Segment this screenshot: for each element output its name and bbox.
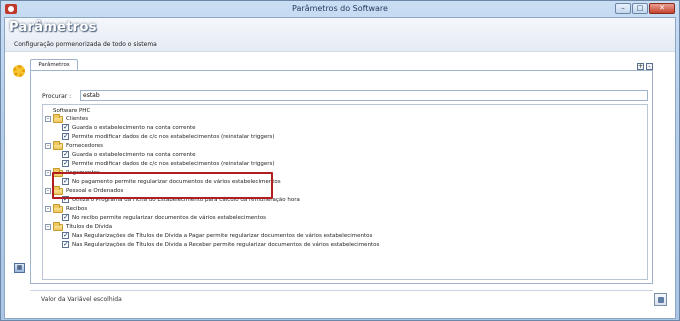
tree-item[interactable]: ✓ Nas Regularizações de Títulos de Dívid…	[62, 232, 562, 240]
collapse-toggle-icon[interactable]: -	[45, 206, 51, 212]
folder-icon	[53, 141, 63, 150]
checkbox[interactable]: ✓	[62, 151, 69, 158]
item-label: Nas Regularizações de Títulos de Dívida …	[72, 242, 380, 248]
group-label: Fornecedores	[66, 143, 104, 149]
title-bar: Parâmetros do Software – □ ✕	[1, 1, 679, 17]
group-label: Clientes	[66, 116, 89, 122]
tree-group-titulos-de-divida[interactable]: - Títulos de Dívida	[45, 222, 345, 231]
page-header: Parâmetros Configuração pormenorizada de…	[5, 18, 675, 52]
checkbox[interactable]: ✓	[62, 214, 69, 221]
window-controls: – □ ✕	[615, 3, 675, 14]
variable-value-label: Valor da Variável escolhida	[41, 296, 122, 303]
collapse-all-button[interactable]: -	[646, 63, 653, 70]
parameters-tree: Software PHC - Clientes ✓ Guarda o estab…	[42, 104, 648, 280]
options-icon[interactable]: ▦	[14, 263, 25, 273]
tree-group-fornecedores[interactable]: - Fornecedores	[45, 141, 345, 150]
collapse-toggle-icon[interactable]: -	[45, 143, 51, 149]
item-label: Permite modificar dados de c/c nos estab…	[72, 134, 275, 140]
app-logo-icon	[5, 4, 17, 14]
checkbox[interactable]: ✓	[62, 160, 69, 167]
client-area: Parâmetros Configuração pormenorizada de…	[4, 17, 676, 319]
group-label: Títulos de Dívida	[66, 224, 113, 230]
tree-item[interactable]: ✓ Guarda o estabelecimento na conta corr…	[62, 151, 462, 159]
collapse-toggle-icon[interactable]: -	[45, 170, 51, 176]
settings-icon	[13, 65, 25, 77]
tree-item[interactable]: ✓ Permite modificar dados de c/c nos est…	[62, 160, 462, 168]
tree-item[interactable]: ✓ Guarda o estabelecimento na conta corr…	[62, 124, 462, 132]
item-label: Permite modificar dados de c/c nos estab…	[72, 161, 275, 167]
folder-icon	[53, 222, 63, 231]
expand-all-button[interactable]: +	[637, 63, 644, 70]
checkbox[interactable]: ✓	[62, 241, 69, 248]
item-label: Guarda o estabelecimento na conta corren…	[72, 125, 196, 131]
minimize-button[interactable]: –	[615, 3, 631, 14]
collapse-toggle-icon[interactable]: -	[45, 116, 51, 122]
tree-item[interactable]: ✓ Permite modificar dados de c/c nos est…	[62, 133, 462, 141]
tab-parametros-gerais[interactable]: Parâmetros Gerais	[30, 59, 78, 78]
tree-item[interactable]: ✓ No recibo permite regularizar document…	[62, 214, 462, 222]
close-button[interactable]: ✕	[649, 3, 675, 14]
folder-icon	[53, 114, 63, 123]
divider	[30, 290, 653, 291]
tree-group-recibos[interactable]: - Recibos	[45, 204, 345, 213]
checkbox[interactable]: ✓	[62, 232, 69, 239]
tree-item[interactable]: ✓ Nas Regularizações de Títulos de Dívid…	[62, 241, 562, 249]
group-label: Recibos	[66, 206, 88, 212]
page-title: Parâmetros	[9, 20, 97, 35]
parameters-panel: Procurar : Software PHC - Clientes ✓ Gua…	[30, 70, 653, 284]
tree-expand-controls: + -	[637, 63, 653, 70]
tree-group-clientes[interactable]: - Clientes	[45, 114, 345, 123]
checkbox[interactable]: ✓	[62, 124, 69, 131]
item-label: Guarda o estabelecimento na conta corren…	[72, 152, 196, 158]
page-subtitle: Configuração pormenorizada de todo o sis…	[14, 41, 157, 48]
collapse-toggle-icon[interactable]: -	[45, 224, 51, 230]
window-title: Parâmetros do Software	[292, 4, 388, 13]
maximize-button[interactable]: □	[632, 3, 648, 14]
item-label: Nas Regularizações de Títulos de Dívida …	[72, 233, 373, 239]
app-window: Parâmetros do Software – □ ✕ Parâmetros …	[0, 0, 680, 321]
search-input[interactable]	[80, 90, 648, 101]
collapse-toggle-icon[interactable]: -	[45, 188, 51, 194]
checkbox[interactable]: ✓	[62, 133, 69, 140]
item-label: No recibo permite regularizar documentos…	[72, 215, 267, 221]
print-icon[interactable]	[654, 293, 667, 306]
folder-icon	[53, 204, 63, 213]
highlight-box	[52, 172, 273, 199]
search-label: Procurar :	[42, 93, 72, 100]
